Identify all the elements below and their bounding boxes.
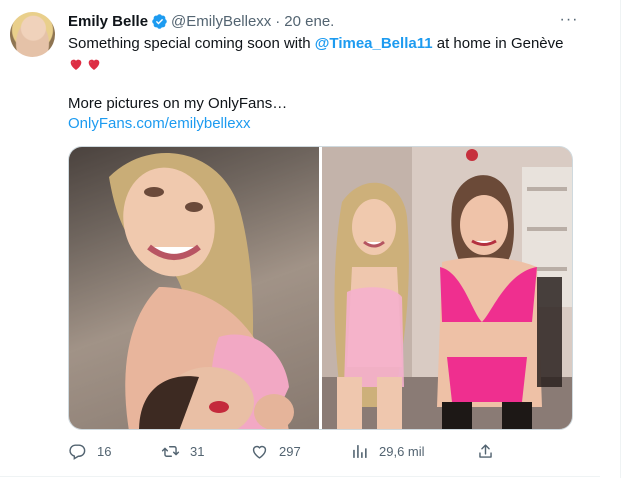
retweet-icon (161, 446, 180, 457)
more-options-button[interactable]: ··· (558, 11, 580, 29)
tweet-text: Something special coming soon with @Time… (68, 34, 588, 134)
media-grid (68, 146, 573, 430)
photo-2[interactable] (322, 147, 572, 429)
retweet-button[interactable]: 31 (161, 442, 204, 461)
views-button[interactable]: 29,6 mil (350, 442, 425, 461)
tweet-text-part: at home in Genève (432, 35, 564, 52)
separator-dot: · (275, 12, 281, 30)
sparkling-heart-icon (70, 59, 82, 70)
onlyfans-link[interactable]: OnlyFans.com/emilybellexx (68, 114, 588, 134)
reply-button[interactable]: 16 (68, 442, 111, 461)
tweet-actions: 16 31 297 29,6 mil (68, 442, 508, 462)
photo-1-image (69, 147, 319, 429)
divider (0, 476, 600, 477)
reply-count: 16 (97, 444, 112, 459)
retweet-count: 31 (190, 444, 205, 459)
sparkling-heart-icon (88, 59, 100, 70)
reply-icon (69, 444, 86, 460)
column-divider (620, 0, 621, 478)
views-count: 29,6 mil (379, 444, 425, 459)
like-icon (252, 445, 267, 459)
verified-badge-icon[interactable] (151, 13, 168, 30)
tweet-date[interactable]: 20 ene. (284, 13, 334, 30)
tweet-text-line: More pictures on my OnlyFans… (68, 95, 288, 112)
emoji-row (68, 54, 588, 74)
like-count: 297 (279, 444, 301, 459)
photo-2-image (322, 147, 572, 429)
tweet-text-part: Something special coming soon with (68, 35, 315, 52)
avatar[interactable] (10, 12, 55, 57)
like-button[interactable]: 297 (250, 442, 301, 461)
tweet-header: Emily Belle @EmilyBellexx · 20 ene. (68, 11, 334, 31)
share-icon (479, 444, 492, 458)
author-handle[interactable]: @EmilyBellexx (171, 13, 271, 30)
photo-1[interactable] (69, 147, 319, 429)
views-icon (353, 445, 367, 458)
tweet-card[interactable]: Emily Belle @EmilyBellexx · 20 ene. ··· … (0, 0, 600, 478)
mention-link[interactable]: @Timea_Bella11 (315, 35, 433, 52)
author-name[interactable]: Emily Belle (68, 13, 148, 30)
share-button[interactable] (476, 442, 495, 461)
